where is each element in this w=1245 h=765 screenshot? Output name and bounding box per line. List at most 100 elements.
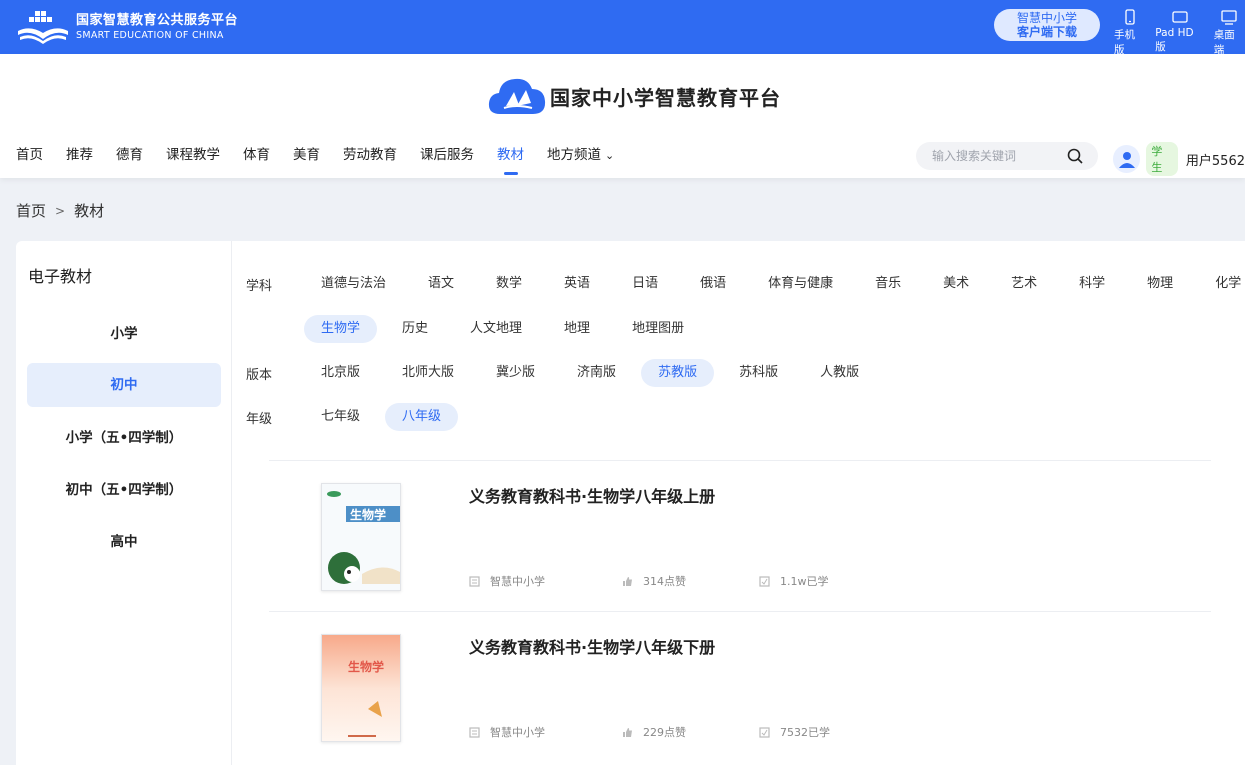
learned-icon: [759, 726, 770, 738]
book-list: 生物学 义务教育教科书·生物学八年级上册 智慧中小学 314点赞 1.1w已学: [269, 460, 1211, 762]
brand-logo-icon: [16, 9, 70, 45]
book-cover[interactable]: 生物学: [321, 483, 401, 591]
thumbs-up-icon: [623, 727, 632, 737]
subject-chip[interactable]: 俄语: [683, 270, 743, 298]
learned-icon: [759, 575, 770, 587]
site-header: 国家中小学智慧教育平台 首页 推荐 德育 课程教学 体育 美育 劳动教育 课后服…: [0, 54, 1245, 178]
book-title[interactable]: 义务教育教科书·生物学八年级上册: [469, 483, 715, 507]
edition-chip-sujiao[interactable]: 苏教版: [641, 359, 715, 387]
site-title: 国家中小学智慧教育平台: [550, 85, 781, 110]
search-input[interactable]: [932, 147, 1062, 165]
subject-chip[interactable]: 道德与法治: [304, 270, 403, 298]
main-nav: 首页 推荐 德育 课程教学 体育 美育 劳动教育 课后服务 教材 地方频道 ⌄: [16, 146, 637, 165]
client-download-button[interactable]: 智慧中小学 客户端下载: [994, 9, 1100, 41]
edition-chip[interactable]: 北师大版: [385, 359, 471, 387]
nav-afterschool[interactable]: 课后服务: [420, 146, 474, 165]
nav-local-channel[interactable]: 地方频道 ⌄: [547, 146, 614, 165]
edition-chip[interactable]: 苏科版: [722, 359, 795, 387]
grade-chip-8[interactable]: 八年级: [385, 403, 459, 431]
sidebar-item-senior[interactable]: 高中: [27, 520, 221, 564]
cover-title: 生物学: [348, 659, 384, 674]
subject-chip[interactable]: 科学: [1062, 270, 1122, 298]
grade-chip[interactable]: 七年级: [304, 403, 377, 431]
subject-chip[interactable]: 英语: [547, 270, 607, 298]
list-item[interactable]: 生物学 义务教育教科书·生物学八年级上册 智慧中小学 314点赞 1.1w已学: [269, 460, 1211, 611]
top-bar: 国家智慧教育公共服务平台 SMART EDUCATION OF CHINA 智慧…: [0, 0, 1245, 57]
nav-arts[interactable]: 美育: [293, 146, 320, 165]
subject-chip[interactable]: 日语: [615, 270, 675, 298]
brand[interactable]: 国家智慧教育公共服务平台 SMART EDUCATION OF CHINA: [16, 8, 238, 46]
edition-chip[interactable]: 冀少版: [479, 359, 552, 387]
sidebar-item-junior-54[interactable]: 初中（五•四学制）: [27, 468, 221, 512]
likes-text: 229点赞: [643, 726, 686, 739]
user-icon: [1118, 152, 1135, 168]
book-learned: 7532已学: [759, 724, 830, 740]
book-publisher: 智慧中小学: [469, 724, 545, 740]
publisher-icon: [469, 726, 480, 738]
publisher-text: 智慧中小学: [490, 575, 545, 588]
breadcrumb-home[interactable]: 首页: [16, 200, 46, 221]
avatar[interactable]: [1113, 145, 1141, 173]
subject-chip[interactable]: 地理: [547, 315, 607, 343]
nav-moral[interactable]: 德育: [116, 146, 143, 165]
nav-sports[interactable]: 体育: [243, 146, 270, 165]
sidebar-item-primary-54[interactable]: 小学（五•四学制）: [27, 416, 221, 460]
subject-chip[interactable]: 历史: [385, 315, 445, 343]
search-icon[interactable]: [1066, 147, 1084, 165]
nav-local-label: 地方频道: [547, 147, 601, 163]
nav-textbooks[interactable]: 教材: [497, 146, 524, 165]
subject-chip[interactable]: 艺术: [994, 270, 1054, 298]
sidebar-item-primary[interactable]: 小学: [27, 312, 221, 356]
nav-courses[interactable]: 课程教学: [166, 146, 220, 165]
book-cover[interactable]: 生物学: [321, 634, 401, 742]
subject-chip[interactable]: 数学: [479, 270, 539, 298]
edition-chip[interactable]: 人教版: [803, 359, 876, 387]
desktop-icon: [1221, 10, 1238, 25]
breadcrumb-current: 教材: [74, 202, 105, 220]
book-title[interactable]: 义务教育教科书·生物学八年级下册: [469, 634, 715, 658]
subject-chip[interactable]: 化学: [1198, 270, 1245, 298]
grade-label: 年级: [246, 411, 273, 427]
device-phone[interactable]: 手机版: [1114, 8, 1145, 57]
edition-row: 版本 北京版 北师大版 冀少版 济南版 苏教版 苏科版 人教版: [246, 358, 884, 388]
likes-text: 314点赞: [643, 575, 686, 588]
cover-art-icon: 生物学: [322, 484, 400, 590]
subject-chip-biology[interactable]: 生物学: [304, 315, 378, 343]
subject-row-2: 生物学 历史 人文地理 地理 地理图册: [246, 314, 709, 344]
learned-text: 1.1w已学: [780, 575, 829, 588]
nav-recommend[interactable]: 推荐: [66, 146, 93, 165]
tablet-icon: [1171, 11, 1188, 23]
book-likes: 229点赞: [622, 724, 686, 740]
brand-name-en: SMART EDUCATION OF CHINA: [76, 29, 224, 41]
cover-title: 生物学: [350, 507, 386, 522]
edition-chip[interactable]: 济南版: [560, 359, 633, 387]
role-badge: 学生: [1146, 142, 1178, 176]
subject-chip[interactable]: 体育与健康: [751, 270, 850, 298]
book-likes: 314点赞: [622, 573, 686, 589]
chevron-down-icon: ⌄: [605, 149, 615, 162]
device-pad[interactable]: Pad HD版: [1155, 8, 1203, 57]
subject-chip[interactable]: 美术: [926, 270, 986, 298]
subject-chip[interactable]: 音乐: [858, 270, 918, 298]
list-item[interactable]: 生物学 义务教育教科书·生物学八年级下册 智慧中小学 229点赞 7532已学: [269, 611, 1211, 762]
subject-chip[interactable]: 人文地理: [453, 315, 539, 343]
user-menu[interactable]: 学生 用户5562: [1113, 142, 1245, 176]
nav-home[interactable]: 首页: [16, 146, 43, 165]
download-line1: 智慧中小学: [1016, 11, 1077, 25]
cover-art-icon: 生物学: [322, 635, 400, 741]
sidebar: 电子教材 小学 初中 小学（五•四学制） 初中（五•四学制） 高中: [16, 241, 232, 765]
device-links: 手机版 Pad HD版 桌面端: [1114, 8, 1245, 57]
subject-chip[interactable]: 语文: [411, 270, 471, 298]
download-line2: 客户端下载: [1016, 25, 1077, 39]
sidebar-item-junior[interactable]: 初中: [27, 363, 221, 407]
nav-labor[interactable]: 劳动教育: [343, 146, 397, 165]
book-publisher: 智慧中小学: [469, 573, 545, 589]
edition-chip[interactable]: 北京版: [304, 359, 377, 387]
subject-chip[interactable]: 地理图册: [615, 315, 701, 343]
subject-chip[interactable]: 物理: [1130, 270, 1190, 298]
device-desktop[interactable]: 桌面端: [1214, 8, 1245, 57]
site-logo[interactable]: 国家中小学智慧教育平台: [486, 72, 781, 120]
learned-text: 7532已学: [780, 726, 830, 739]
device-pad-label: Pad HD版: [1155, 27, 1194, 53]
phone-icon: [1124, 9, 1135, 25]
